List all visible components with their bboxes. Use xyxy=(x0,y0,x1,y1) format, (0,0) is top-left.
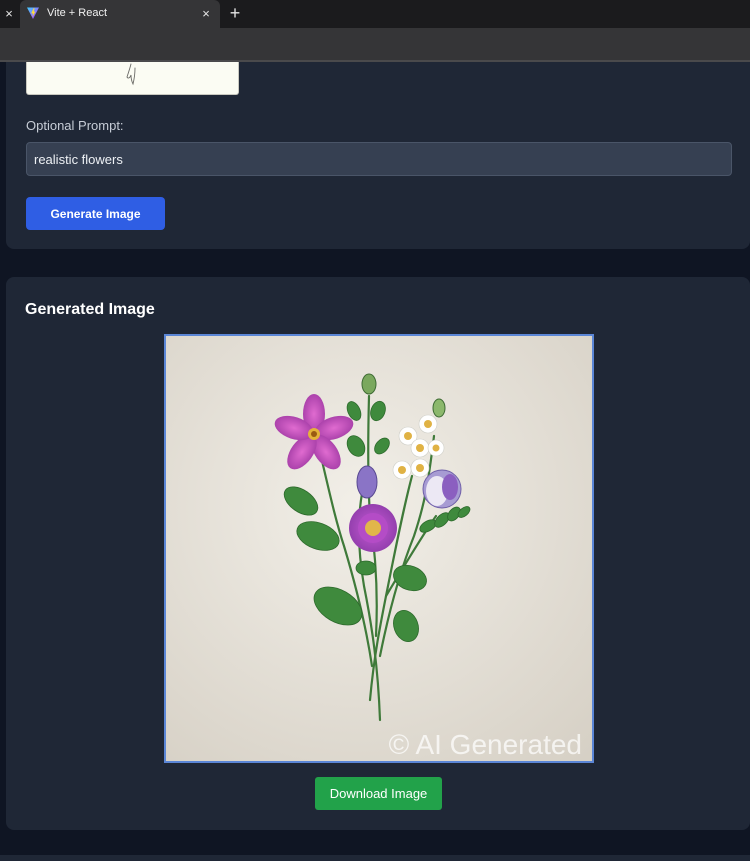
browser-tab[interactable]: Vite + React × xyxy=(20,0,220,28)
generated-image: © AI Generated xyxy=(164,334,594,763)
generate-image-button[interactable]: Generate Image xyxy=(26,197,165,230)
tab-title: Vite + React xyxy=(47,7,108,19)
tab-close-icon[interactable]: × xyxy=(198,4,214,24)
new-tab-button[interactable]: + xyxy=(226,2,244,24)
watermark-text: © AI Generated xyxy=(388,729,582,760)
vite-logo-icon xyxy=(26,6,40,20)
prompt-label: Optional Prompt: xyxy=(26,118,124,133)
previous-tab-close-icon[interactable]: × xyxy=(0,4,18,24)
prompt-input[interactable] xyxy=(26,142,732,176)
generated-image-card: Generated Image © AI Generated Download … xyxy=(6,277,750,830)
next-card-edge xyxy=(0,855,750,861)
browser-tab-bar: × Vite + React × + xyxy=(0,0,750,28)
generator-form-card: Optional Prompt: Generate Image xyxy=(6,62,750,249)
sketch-canvas[interactable] xyxy=(26,62,239,95)
section-title: Generated Image xyxy=(25,301,155,318)
download-image-button[interactable]: Download Image xyxy=(315,777,442,810)
browser-toolbar xyxy=(0,28,750,62)
